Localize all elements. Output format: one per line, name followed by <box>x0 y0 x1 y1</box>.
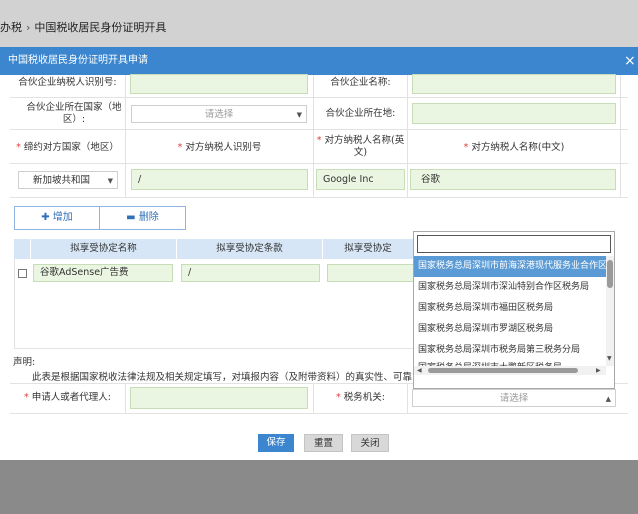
caret-up-icon: ▲ <box>605 395 611 403</box>
required-marker: * <box>316 135 325 146</box>
divider <box>620 75 621 197</box>
breadcrumb-current: 中国税收居民身份证明开具 <box>34 21 167 34</box>
dropdown-search-input[interactable] <box>417 235 611 253</box>
partner-location-label: 合伙企业所在地: <box>325 108 396 119</box>
divider <box>407 75 408 197</box>
statement-title: 声明: <box>13 357 36 368</box>
divider <box>10 197 628 198</box>
required-marker: * <box>16 142 24 153</box>
divider <box>407 383 408 413</box>
add-button[interactable]: ✚ 增加 <box>14 206 100 230</box>
partner-taxid-input[interactable] <box>130 74 308 94</box>
close-button[interactable]: 关闭 <box>351 434 389 452</box>
agreement-clause-input[interactable]: / <box>181 264 320 282</box>
dropdown-horizontal-scrollbar[interactable]: ◀ ▶ <box>414 366 606 375</box>
partner-location-input[interactable] <box>412 103 616 124</box>
background-footer <box>0 460 638 514</box>
treaty-name-cn-header: * 对方纳税人名称(中文) <box>463 142 565 153</box>
treaty-taxid-input[interactable]: / <box>131 169 308 190</box>
treaty-country-value: 新加坡共和国 <box>33 175 91 186</box>
required-marker: * <box>24 392 32 403</box>
caret-down-icon: ▼ <box>107 177 113 185</box>
agreement-name-input[interactable]: 谷歌AdSense广告费 <box>33 264 173 282</box>
scrollbar-thumb[interactable] <box>607 260 613 288</box>
partner-country-label: 合伙企业所在国家（地区）: <box>26 102 122 125</box>
agreement-clause-header: 拟享受协定条款 <box>177 239 323 259</box>
divider <box>10 129 628 130</box>
dropdown-option[interactable]: 国家税务总局深圳市税务局第三税务分局 <box>414 340 606 361</box>
row-checkbox[interactable] <box>18 269 27 278</box>
required-marker: * <box>336 392 344 403</box>
treaty-country-select[interactable]: 新加坡共和国 ▼ <box>18 171 118 189</box>
agreement-extra-header: 拟享受协定 <box>323 239 414 259</box>
dropdown-vertical-scrollbar[interactable] <box>606 256 614 366</box>
breadcrumb: 办税 › 中国税收居民身份证明开具 <box>0 18 166 38</box>
tax-office-label: * 税务机关: <box>336 392 385 403</box>
applicant-label: * 申请人或者代理人: <box>24 392 111 403</box>
dropdown-option[interactable]: 国家税务总局深圳市前海深港现代服务业合作区税务局 <box>414 256 606 277</box>
partner-name-input[interactable] <box>412 74 616 94</box>
treaty-name-en-header: * 对方纳税人名称(英文) <box>316 135 405 158</box>
partner-country-placeholder: 请选择 <box>204 109 234 120</box>
application-dialog: 中国税收居民身份证明开具申请 × 合伙企业纳税人识别号: 合伙企业名称: 合伙企… <box>0 47 638 460</box>
divider <box>125 383 126 413</box>
treaty-country-header: * 缔约对方国家（地区） <box>16 142 119 153</box>
treaty-name-cn-input[interactable]: 谷歌 <box>410 169 616 190</box>
dropdown-option[interactable]: 国家税务总局深圳市深汕特别合作区税务局 <box>414 277 606 298</box>
caret-down-icon: ▼ <box>296 111 302 119</box>
minus-icon: ▬ <box>126 212 139 223</box>
statement-text: 此表是根据国家税收法律法规及相关规定填写，对填报内容（及附带资料）的真实性、可靠… <box>32 372 412 383</box>
tax-office-placeholder: 请选择 <box>499 393 529 404</box>
partner-name-label: 合伙企业名称: <box>330 77 391 88</box>
divider <box>10 163 628 164</box>
reset-button[interactable]: 重置 <box>304 434 343 452</box>
delete-button[interactable]: ▬ 删除 <box>99 206 186 230</box>
dialog-title: 中国税收居民身份证明开具申请 <box>0 47 638 75</box>
breadcrumb-separator: › <box>26 21 31 34</box>
agreement-name-header: 拟享受协定名称 <box>31 239 177 259</box>
partner-country-select[interactable]: 请选择 ▼ <box>131 105 307 123</box>
scroll-left-icon[interactable]: ◀ <box>417 367 422 374</box>
treaty-taxid-header: * 对方纳税人识别号 <box>177 142 262 153</box>
divider <box>125 75 126 197</box>
partner-taxid-label: 合伙企业纳税人识别号: <box>18 77 117 88</box>
tax-office-dropdown: 国家税务总局深圳市前海深港现代服务业合作区税务局 国家税务总局深圳市深汕特别合作… <box>413 231 615 389</box>
save-button[interactable]: 保存 <box>258 434 294 452</box>
breadcrumb-home[interactable]: 办税 <box>0 21 22 34</box>
treaty-name-en-input[interactable]: Google Inc <box>316 169 405 190</box>
close-icon[interactable]: × <box>624 47 636 75</box>
plus-icon: ✚ <box>41 212 53 223</box>
scroll-right-icon[interactable]: ▶ <box>596 367 601 374</box>
scroll-down-icon[interactable]: ▼ <box>607 355 612 362</box>
agreement-extra-input[interactable] <box>327 264 414 282</box>
checkbox-header <box>14 239 31 259</box>
dropdown-option[interactable]: 国家税务总局深圳市罗湖区税务局 <box>414 319 606 340</box>
divider <box>10 97 628 98</box>
applicant-input[interactable] <box>130 387 308 409</box>
scrollbar-thumb[interactable] <box>428 368 578 373</box>
dropdown-option[interactable]: 国家税务总局深圳市福田区税务局 <box>414 298 606 319</box>
tax-office-select[interactable]: 请选择 ▲ <box>412 389 616 407</box>
divider <box>10 413 628 414</box>
